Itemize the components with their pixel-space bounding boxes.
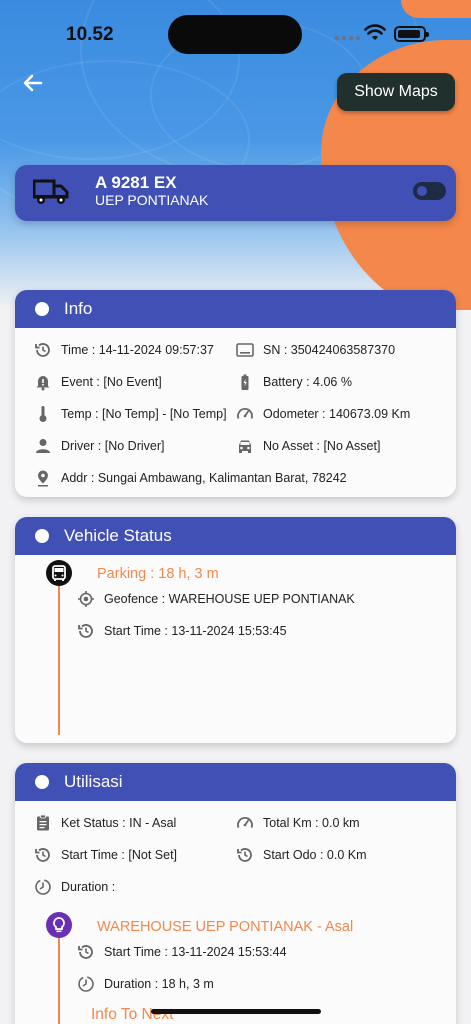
info-time: Time : 14-11-2024 09:57:37 [61, 343, 214, 357]
battery-charging-icon [236, 373, 254, 391]
header-dot-icon [35, 775, 49, 789]
utilisasi-header: Utilisasi [15, 763, 456, 801]
utilisasi-title: Utilisasi [64, 772, 123, 791]
arrow-left-icon [23, 74, 43, 92]
info-card: Info [15, 290, 456, 497]
info-temp: Temp : [No Temp] - [No Temp] [61, 407, 227, 421]
ket-status-row: Ket Status : IN - Asal [34, 814, 176, 832]
battery-icon [394, 26, 429, 42]
vehicle-toggle[interactable] [413, 182, 446, 200]
warehouse-title: WAREHOUSE UEP PONTIANAK - Asal [97, 919, 354, 935]
vs-start-time-row: Start Time : 13-11-2024 15:53:45 [77, 622, 287, 640]
info-temp-row: Temp : [No Temp] - [No Temp] [34, 405, 227, 423]
wh-start-time-row: Start Time : 13-11-2024 15:53:44 [77, 943, 287, 961]
car-icon [236, 437, 254, 455]
total-km: Total Km : 0.0 km [263, 816, 360, 830]
vs-start-time: Start Time : 13-11-2024 15:53:45 [104, 624, 287, 638]
history-icon [77, 622, 95, 640]
parking-duration: Parking : 18 h, 3 m [97, 566, 219, 582]
header-dot-icon [35, 302, 49, 316]
wifi-icon [364, 24, 386, 40]
signal-icon: ●●●● [334, 33, 363, 44]
info-event: Event : [No Event] [61, 375, 162, 389]
info-event-row: Event : [No Event] [34, 373, 162, 391]
ket-status: Ket Status : IN - Asal [61, 816, 177, 830]
truck-icon [33, 179, 69, 204]
parking-bus-icon [46, 560, 72, 586]
vehicle-plate: A 9281 EX [95, 173, 177, 192]
status-time: 10.52 [66, 24, 114, 45]
geofence-row: Geofence : WAREHOUSE UEP PONTIANAK [77, 590, 355, 608]
speedometer-icon [236, 405, 254, 423]
history-icon [34, 341, 52, 359]
back-button[interactable] [18, 68, 48, 98]
info-asset: No Asset : [No Asset] [263, 439, 381, 453]
vehicle-status-timeline [58, 580, 60, 735]
u-start-time-row: Start Time : [Not Set] [34, 846, 177, 864]
info-driver: Driver : [No Driver] [61, 439, 165, 453]
info-addr-row: Addr : Sungai Ambawang, Kalimantan Barat… [34, 469, 347, 487]
utilisasi-timeline [58, 935, 60, 1024]
total-km-row: Total Km : 0.0 km [236, 814, 360, 832]
wh-duration-row: Duration : 18 h, 3 m [77, 975, 214, 993]
info-battery-row: Battery : 4.06 % [236, 373, 352, 391]
info-battery: Battery : 4.06 % [263, 375, 352, 389]
start-odo: Start Odo : 0.0 Km [263, 848, 367, 862]
thermometer-icon [34, 405, 52, 423]
timelapse-icon [77, 975, 95, 993]
history-icon [236, 846, 254, 864]
gps-target-icon [77, 590, 95, 608]
history-icon [34, 846, 52, 864]
u-duration-row: Duration : [34, 878, 115, 896]
clipboard-icon [34, 814, 52, 832]
location-pin-icon [34, 469, 52, 487]
vehicle-card[interactable]: A 9281 EX UEP PONTIANAK [15, 165, 456, 221]
start-odo-row: Start Odo : 0.0 Km [236, 846, 367, 864]
info-sn: SN : 350424063587370 [263, 343, 396, 357]
status-bar: 10.52 ●●●● [0, 0, 471, 60]
u-duration: Duration : [61, 880, 116, 894]
info-addr: Addr : Sungai Ambawang, Kalimantan Barat… [61, 471, 347, 485]
vehicle-status-title: Vehicle Status [64, 526, 172, 545]
info-card-header: Info [15, 290, 456, 328]
header-dot-icon [35, 529, 49, 543]
vehicle-company: UEP PONTIANAK [95, 192, 209, 208]
wh-duration: Duration : 18 h, 3 m [104, 977, 214, 991]
timelapse-icon [34, 878, 52, 896]
speedometer-icon [236, 814, 254, 832]
wh-start-time: Start Time : 13-11-2024 15:53:44 [104, 945, 287, 959]
home-indicator[interactable] [151, 1009, 321, 1014]
show-maps-button[interactable]: Show Maps [337, 73, 455, 111]
history-icon [77, 943, 95, 961]
alarm-bell-icon [34, 373, 52, 391]
info-title: Info [64, 299, 93, 318]
info-time-row: Time : 14-11-2024 09:57:37 [34, 341, 214, 359]
info-odometer-row: Odometer : 140673.09 Km [236, 405, 410, 423]
person-icon [34, 437, 52, 455]
info-odometer: Odometer : 140673.09 Km [263, 407, 411, 421]
info-driver-row: Driver : [No Driver] [34, 437, 164, 455]
u-start-time: Start Time : [Not Set] [61, 848, 178, 862]
device-icon [236, 341, 254, 359]
geofence: Geofence : WAREHOUSE UEP PONTIANAK [104, 592, 355, 606]
info-asset-row: No Asset : [No Asset] [236, 437, 380, 455]
info-sn-row: SN : 350424063587370 [236, 341, 395, 359]
lightbulb-icon [46, 912, 72, 938]
vehicle-status-header: Vehicle Status [15, 517, 456, 555]
dynamic-island [168, 15, 302, 54]
